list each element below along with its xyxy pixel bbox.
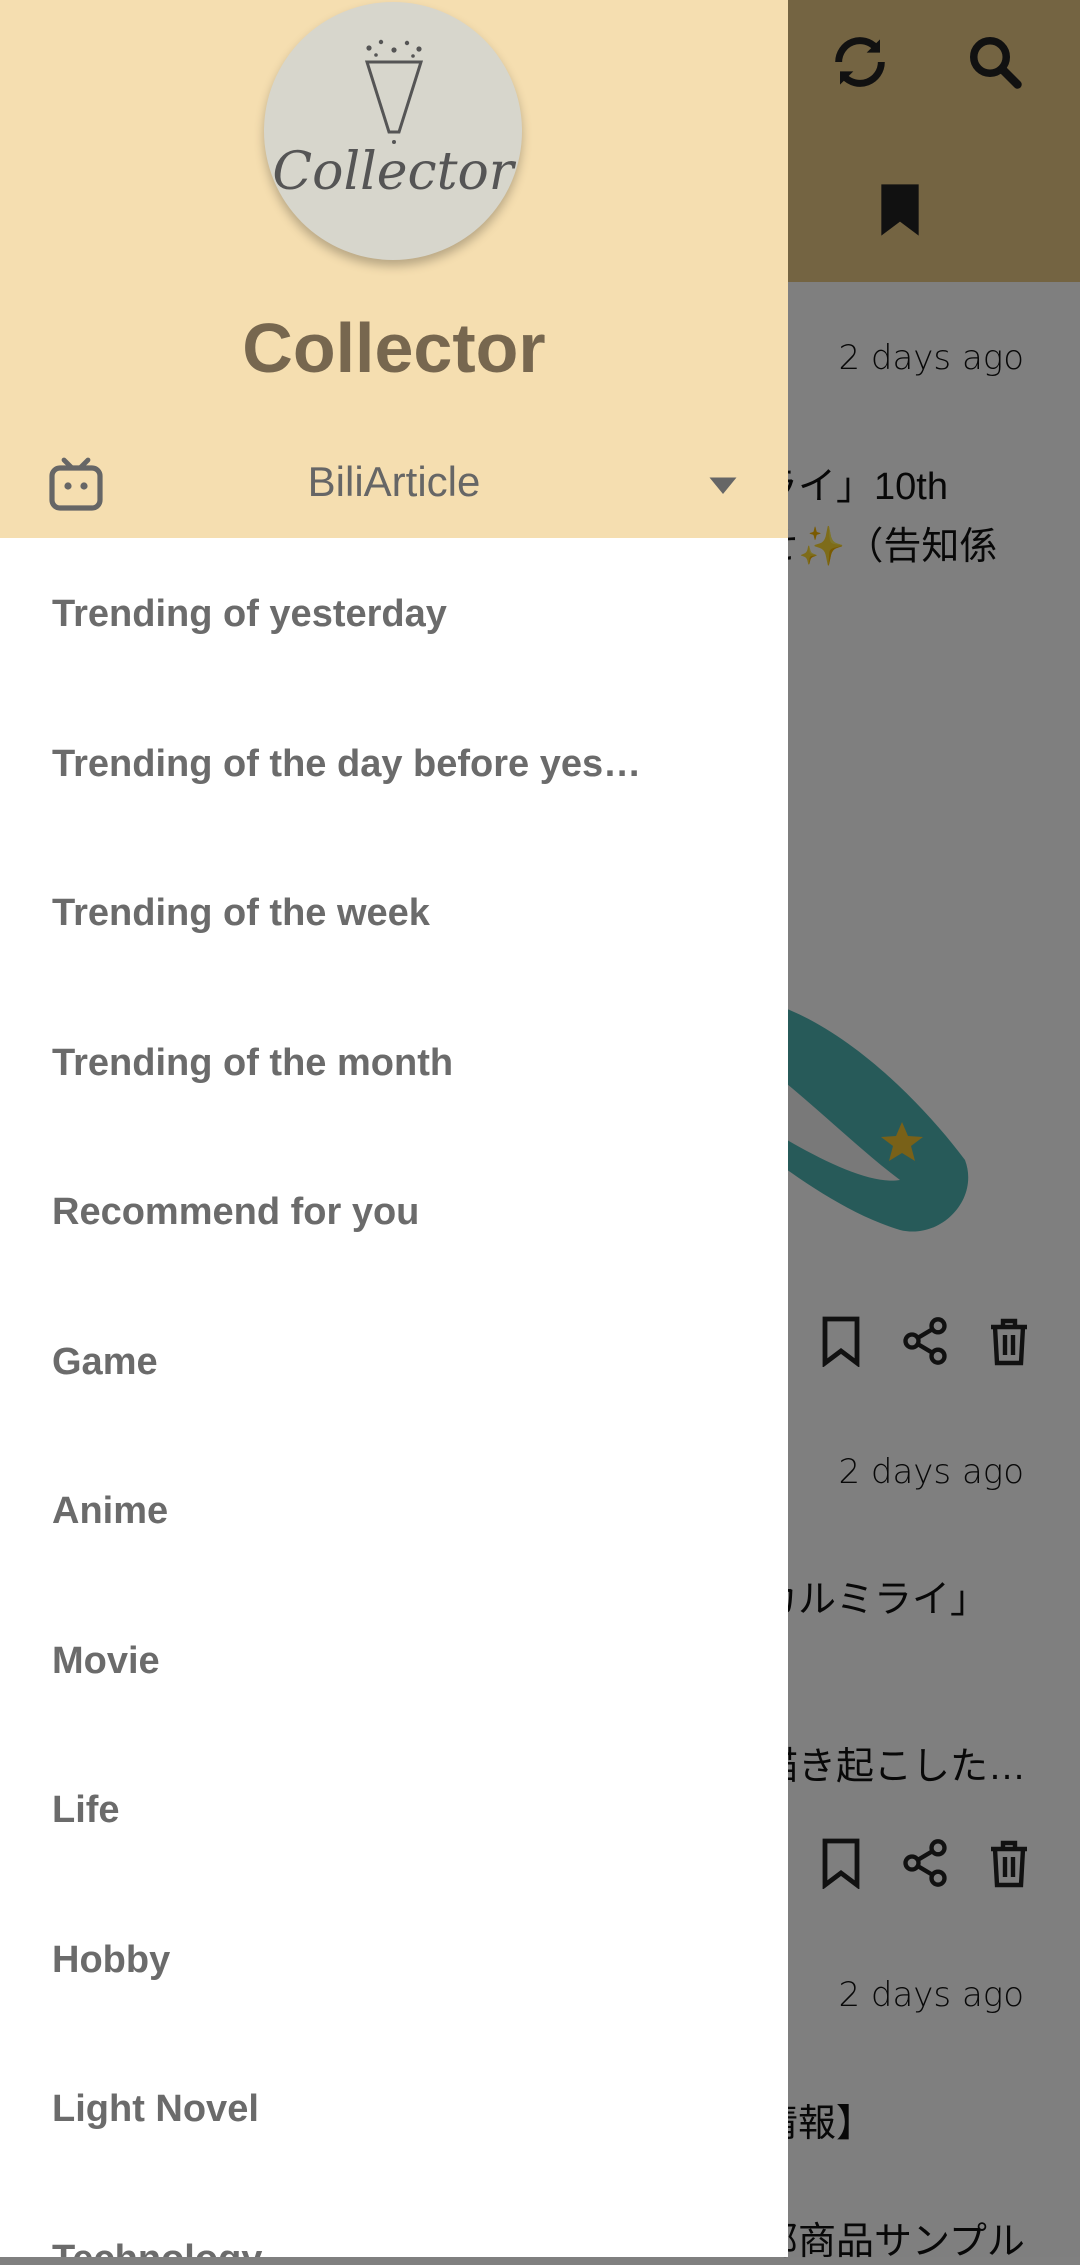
menu-item-label: Anime (52, 1490, 169, 1532)
menu-item-label: Trending of yesterday (52, 593, 447, 635)
menu-item-label: Hobby (52, 1938, 171, 1981)
menu-item-label: Trending of the week (52, 892, 430, 934)
app-logo: Collector (264, 2, 522, 260)
drawer-header: Collector Collector BiliArticle (0, 0, 788, 538)
source-label: BiliArticle (307, 458, 481, 505)
menu-item-trending-month[interactable]: Trending of the month (0, 987, 788, 1137)
navigation-drawer: Collector Collector BiliArticle Trending… (0, 0, 788, 2257)
menu-item-movie[interactable]: Movie (0, 1585, 788, 1735)
category-menu: Trending of yesterday Trending of the da… (0, 538, 788, 2257)
dropdown-arrow-icon (709, 477, 737, 494)
menu-item-anime[interactable]: Anime (0, 1435, 788, 1585)
menu-item-label: Trending of the day before yest… (52, 742, 652, 785)
menu-item-label: Recommend for you (52, 1191, 420, 1233)
menu-item-trending-week[interactable]: Trending of the week (0, 837, 788, 987)
menu-item-recommend[interactable]: Recommend for you (0, 1136, 788, 1286)
app-title: Collector (242, 309, 546, 387)
menu-item-label: Life (52, 1789, 120, 1831)
menu-item-label: Movie (52, 1639, 160, 1682)
menu-item-trending-yesterday[interactable]: Trending of yesterday (0, 538, 788, 688)
menu-item-life[interactable]: Life (0, 1734, 788, 1884)
menu-item-trending-day-before[interactable]: Trending of the day before yest… (0, 688, 788, 838)
logo-text: Collector (272, 142, 514, 202)
menu-item-label: Trending of the month (52, 1041, 454, 1084)
source-selector[interactable]: BiliArticle (0, 440, 788, 538)
funnel-icon (364, 39, 424, 144)
menu-item-label: Light Novel (52, 2088, 259, 2130)
menu-item-light-novel[interactable]: Light Novel (0, 2033, 788, 2183)
menu-item-hobby[interactable]: Hobby (0, 1884, 788, 2034)
menu-item-label: Game (52, 1340, 158, 1383)
menu-item-technology[interactable]: Technology (0, 2183, 788, 2258)
menu-item-game[interactable]: Game (0, 1286, 788, 1436)
menu-item-label: Technology (52, 2238, 652, 2258)
